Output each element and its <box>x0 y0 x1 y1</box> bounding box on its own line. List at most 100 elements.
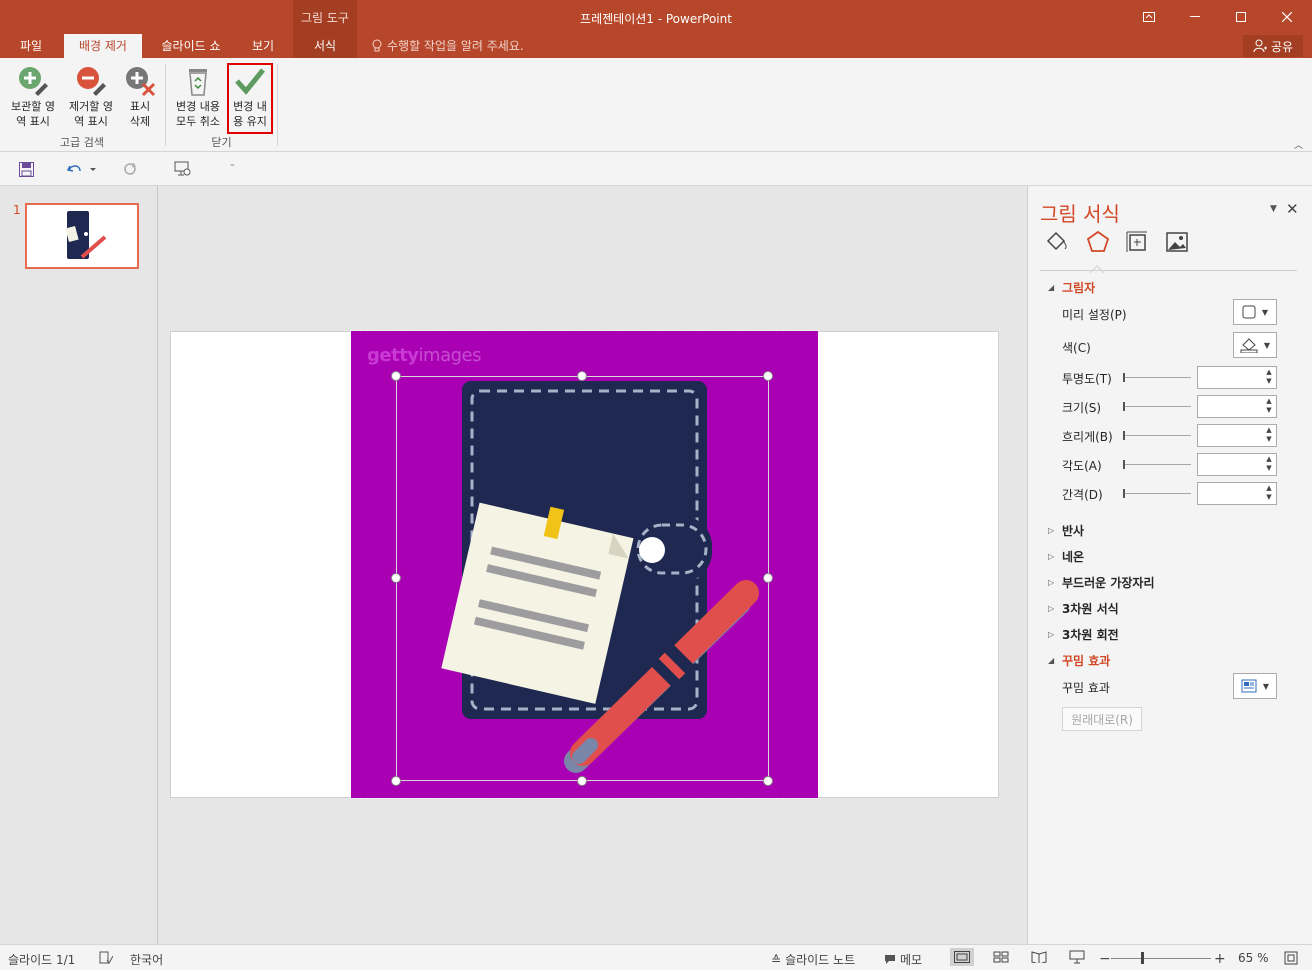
redo-icon <box>124 162 136 175</box>
start-from-beginning-button[interactable] <box>174 160 192 178</box>
picture-tab[interactable] <box>1164 229 1190 255</box>
section-label: 반사 <box>1062 524 1085 538</box>
shadow-preset-dropdown[interactable]: ▼ <box>1233 299 1277 325</box>
artistic-effects-label: 꾸밈 효과 <box>1062 681 1110 695</box>
resize-handle-top-right[interactable] <box>763 371 773 381</box>
normal-view-button[interactable] <box>950 948 974 966</box>
zoom-slider-thumb[interactable] <box>1140 952 1144 964</box>
section-3d-rotation[interactable]: ▷ 3차원 회전 <box>1048 626 1119 643</box>
size-slider[interactable] <box>1123 402 1191 411</box>
section-artistic-effects[interactable]: ◢ 꾸밈 효과 <box>1048 652 1110 669</box>
notes-icon: ≙ <box>771 952 782 967</box>
zoom-in-button[interactable]: + <box>1214 951 1226 967</box>
resize-handle-bottom-right[interactable] <box>763 776 773 786</box>
minimize-button[interactable] <box>1172 0 1218 34</box>
spinner-arrows-icon[interactable]: ▲ ▼ <box>1264 397 1274 416</box>
close-button[interactable] <box>1264 0 1310 34</box>
close-icon <box>1282 12 1292 22</box>
comments-button[interactable]: 메모 <box>884 951 922 968</box>
keep-area-marquee[interactable] <box>396 376 769 781</box>
slide-show-button[interactable] <box>1065 948 1089 966</box>
transparency-slider[interactable] <box>1123 373 1191 382</box>
keep-changes-highlight <box>227 63 273 134</box>
quick-access-toolbar <box>0 152 1312 186</box>
distance-spinner[interactable]: ▲ ▼ <box>1197 482 1277 505</box>
mark-remove-line2: 역 표시 <box>74 115 108 128</box>
resize-handle-top-left[interactable] <box>391 371 401 381</box>
spelling-check-icon[interactable] <box>99 951 113 965</box>
delete-mark-line1: 표시 <box>129 100 151 113</box>
zoom-out-button[interactable]: − <box>1099 951 1111 967</box>
resize-handle-top[interactable] <box>577 371 587 381</box>
size-properties-tab[interactable] <box>1124 229 1150 255</box>
pane-close-icon[interactable]: ✕ <box>1286 200 1299 218</box>
tab-file[interactable]: 파일 <box>8 34 54 58</box>
spinner-arrows-icon[interactable]: ▲ ▼ <box>1264 368 1274 387</box>
resize-handle-bottom[interactable] <box>577 776 587 786</box>
section-reflection[interactable]: ▷ 반사 <box>1048 522 1084 539</box>
share-button[interactable]: 공유 <box>1243 35 1303 57</box>
spinner-arrows-icon[interactable]: ▲ ▼ <box>1264 426 1274 445</box>
distance-slider[interactable] <box>1123 489 1191 498</box>
slide-sorter-button[interactable] <box>989 948 1013 966</box>
artistic-effect-icon <box>1241 679 1257 693</box>
watermark-light: images <box>418 345 482 366</box>
section-shadow[interactable]: ◢ 그림자 <box>1048 279 1095 296</box>
pane-options-icon[interactable]: ▼ <box>1270 204 1277 214</box>
reset-button[interactable]: 원래대로(R) <box>1062 707 1142 731</box>
slide-thumbnail[interactable] <box>25 203 139 269</box>
transparency-spinner[interactable]: ▲ ▼ <box>1197 366 1277 389</box>
undo-button[interactable] <box>66 160 98 178</box>
section-glow[interactable]: ▷ 네온 <box>1048 548 1084 565</box>
notes-button[interactable]: ≙ 슬라이드 노트 <box>771 951 855 968</box>
collapse-ribbon-icon[interactable]: ︿ <box>1294 138 1303 151</box>
mark-areas-to-remove-button[interactable]: 제거할 영 역 표시 <box>62 63 120 129</box>
blur-spinner[interactable]: ▲ ▼ <box>1197 424 1277 447</box>
save-button[interactable] <box>17 160 35 178</box>
spinner-arrows-icon[interactable]: ▲ ▼ <box>1264 455 1274 474</box>
person-icon <box>1253 39 1267 53</box>
customize-qat-icon[interactable]: ⁼ <box>230 163 235 173</box>
section-3d-format[interactable]: ▷ 3차원 서식 <box>1048 600 1119 617</box>
spinner-arrows-icon[interactable]: ▲ ▼ <box>1264 484 1274 503</box>
maximize-button[interactable] <box>1218 0 1264 34</box>
tab-format[interactable]: 서식 <box>297 34 353 58</box>
reading-view-button[interactable] <box>1027 948 1051 966</box>
redo-button[interactable] <box>121 160 139 178</box>
fit-to-window-button[interactable] <box>1284 951 1298 965</box>
tab-view[interactable]: 보기 <box>240 34 286 58</box>
section-label: 부드러운 가장자리 <box>1062 576 1155 590</box>
angle-spinner[interactable]: ▲ ▼ <box>1197 453 1277 476</box>
delete-mark-line2: 삭제 <box>129 115 151 128</box>
artistic-effects-dropdown[interactable]: ▼ <box>1233 673 1277 699</box>
group-label-close: 닫기 <box>211 136 232 149</box>
resize-handle-left[interactable] <box>391 573 401 583</box>
zoom-slider[interactable] <box>1111 958 1211 959</box>
delete-mark-button[interactable]: 표시 삭제 <box>120 63 160 129</box>
size-spinner[interactable]: ▲ ▼ <box>1197 395 1277 418</box>
collapsed-triangle-icon: ▷ <box>1048 604 1055 613</box>
resize-handle-right[interactable] <box>763 573 773 583</box>
blur-slider[interactable] <box>1123 431 1191 440</box>
tab-background-removal[interactable]: 배경 제거 <box>64 34 142 59</box>
slide-sorter-icon <box>993 951 1009 963</box>
transparency-label: 투명도(T) <box>1062 372 1112 386</box>
zoom-level[interactable]: 65 % <box>1238 951 1269 965</box>
discard-all-changes-button[interactable]: 변경 내용 모두 취소 <box>170 63 226 129</box>
title-bar <box>0 0 1312 34</box>
tell-me-box[interactable]: 수행할 작업을 알려 주세요. <box>372 37 524 54</box>
slide-show-icon <box>1069 950 1085 964</box>
section-label: 3차원 서식 <box>1062 602 1119 616</box>
section-soft-edges[interactable]: ▷ 부드러운 가장자리 <box>1048 574 1155 591</box>
mark-areas-to-keep-button[interactable]: 보관할 영 역 표시 <box>4 63 62 129</box>
fill-line-tab[interactable] <box>1043 229 1069 255</box>
ribbon-display-options-button[interactable] <box>1126 0 1172 34</box>
shadow-color-dropdown[interactable]: ▼ <box>1233 332 1277 358</box>
language-indicator[interactable]: 한국어 <box>130 951 163 968</box>
tab-slide-show[interactable]: 슬라이드 쇼 <box>150 34 232 58</box>
angle-slider[interactable] <box>1123 460 1191 469</box>
chevron-down-icon: ▼ <box>1263 340 1271 350</box>
resize-handle-bottom-left[interactable] <box>391 776 401 786</box>
effects-tab[interactable] <box>1085 229 1111 255</box>
blur-label: 흐리게(B) <box>1062 430 1113 444</box>
